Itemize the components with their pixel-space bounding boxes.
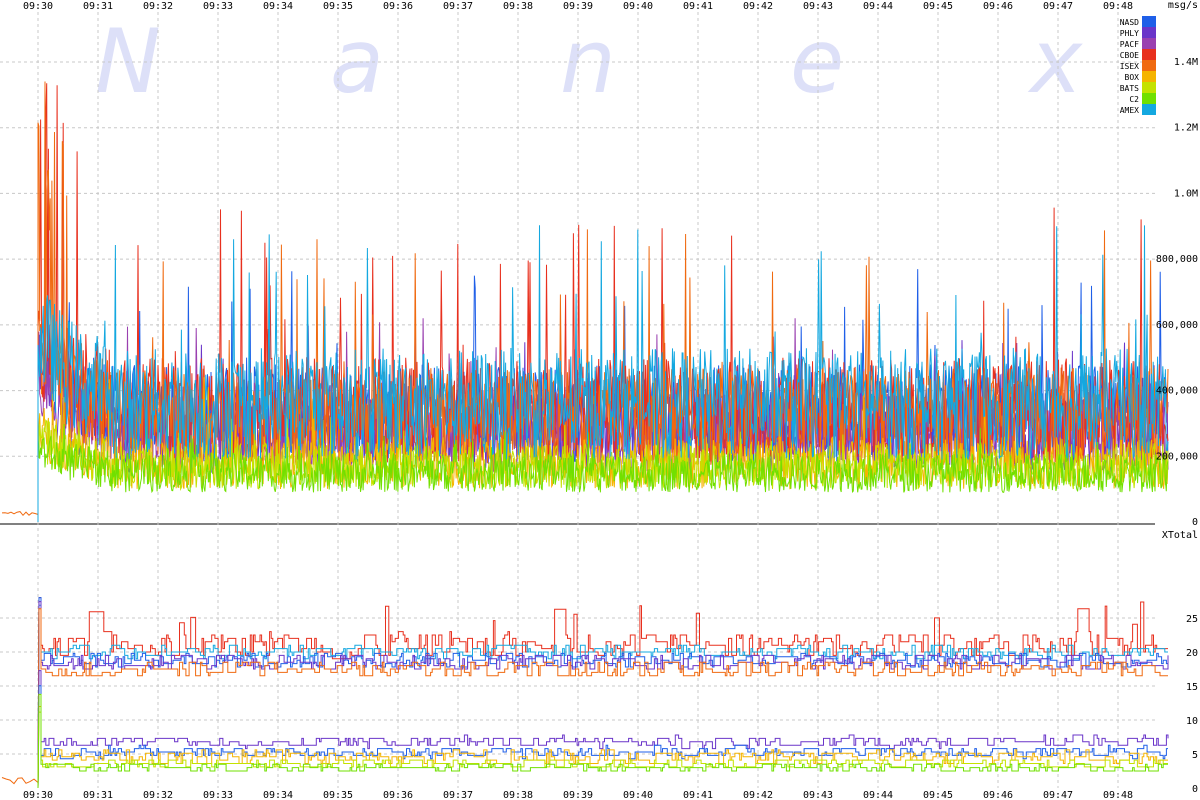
bottom-time-label: 09:31 [83, 790, 113, 800]
lower-y-tick-label: 5 [1192, 750, 1198, 761]
legend-label: ISEX [1120, 62, 1139, 71]
top-time-label: 09:39 [563, 1, 593, 12]
bottom-time-label: 09:36 [383, 790, 413, 800]
legend-label: C2 [1129, 95, 1139, 104]
bottom-time-label: 09:37 [443, 790, 473, 800]
upper-plot [1, 81, 1169, 522]
top-time-label: 09:48 [1103, 1, 1133, 12]
bottom-time-label: 09:45 [923, 790, 953, 800]
legend-label: BATS [1120, 84, 1139, 93]
top-time-label: 09:40 [623, 1, 653, 12]
bottom-time-label: 09:44 [863, 790, 893, 800]
top-time-label: 09:30 [23, 1, 53, 12]
upper-y-tick-label: 800,000 [1156, 254, 1198, 265]
upper-y-tick-label: 400,000 [1156, 386, 1198, 397]
bottom-time-label: 09:46 [983, 790, 1013, 800]
upper-y-axis-label: msg/s [1168, 0, 1198, 11]
lower-series-line [37, 685, 1168, 789]
bottom-time-label: 09:34 [263, 790, 293, 800]
legend-swatch [1142, 16, 1156, 27]
bottom-time-label: 09:39 [563, 790, 593, 800]
bottom-time-label: 09:40 [623, 790, 653, 800]
bottom-time-label: 09:42 [743, 790, 773, 800]
top-time-label: 09:31 [83, 1, 113, 12]
legend-label: AMEX [1120, 106, 1139, 115]
legend-label: CBOE [1120, 51, 1139, 60]
bottom-time-label: 09:47 [1043, 790, 1073, 800]
upper-y-tick-label: 0 [1192, 517, 1198, 528]
top-time-label: 09:43 [803, 1, 833, 12]
top-time-label: 09:37 [443, 1, 473, 12]
upper-y-tick-label: 1.2M [1174, 123, 1198, 134]
legend-label: PHLY [1120, 29, 1139, 38]
bottom-time-label: 09:35 [323, 790, 353, 800]
upper-y-tick-label: 1.4M [1174, 57, 1198, 68]
lower-y-tick-label: 20 [1186, 648, 1198, 659]
legend-swatch [1142, 27, 1156, 38]
lower-y-axis-label: XTotal [1162, 530, 1198, 541]
legend-swatch [1142, 60, 1156, 71]
lower-plot [1, 597, 1169, 789]
top-time-label: 09:36 [383, 1, 413, 12]
lower-y-tick-label: 25 [1186, 614, 1198, 625]
legend-swatch [1142, 93, 1156, 104]
upper-y-tick-label: 600,000 [1156, 320, 1198, 331]
lower-y-tick-label: 10 [1186, 716, 1198, 727]
top-time-label: 09:33 [203, 1, 233, 12]
bottom-time-label: 09:48 [1103, 790, 1133, 800]
legend-label: PACF [1120, 40, 1139, 49]
top-time-label: 09:42 [743, 1, 773, 12]
bottom-time-label: 09:32 [143, 790, 173, 800]
top-time-label: 09:47 [1043, 1, 1073, 12]
legend-swatch [1142, 38, 1156, 49]
bottom-time-label: 09:43 [803, 790, 833, 800]
top-time-label: 09:45 [923, 1, 953, 12]
bottom-time-label: 09:30 [23, 790, 53, 800]
top-time-label: 09:34 [263, 1, 293, 12]
bottom-time-label: 09:41 [683, 790, 713, 800]
lower-y-tick-label: 0 [1192, 784, 1198, 795]
lower-y-tick-label: 15 [1186, 682, 1198, 693]
upper-y-tick-label: 200,000 [1156, 451, 1198, 462]
top-time-label: 09:44 [863, 1, 893, 12]
bottom-time-label: 09:38 [503, 790, 533, 800]
legend-label: NASD [1120, 18, 1139, 27]
top-time-label: 09:41 [683, 1, 713, 12]
top-time-label: 09:46 [983, 1, 1013, 12]
legend-label: BOX [1125, 73, 1140, 82]
legend-swatch [1142, 82, 1156, 93]
legend-swatch [1142, 71, 1156, 82]
bottom-time-label: 09:33 [203, 790, 233, 800]
legend-swatch [1142, 104, 1156, 115]
legend-swatch [1142, 49, 1156, 60]
legend: NASD PHLY PACF CBOE ISEX BOX BATS C2 AMEX [1120, 16, 1156, 115]
nanex-chart: Nanex 09:3009:3009:3109:3109:3209:3209:3… [0, 0, 1198, 800]
upper-y-tick-label: 1.0M [1174, 188, 1198, 199]
top-time-label: 09:32 [143, 1, 173, 12]
top-time-label: 09:38 [503, 1, 533, 12]
top-time-label: 09:35 [323, 1, 353, 12]
